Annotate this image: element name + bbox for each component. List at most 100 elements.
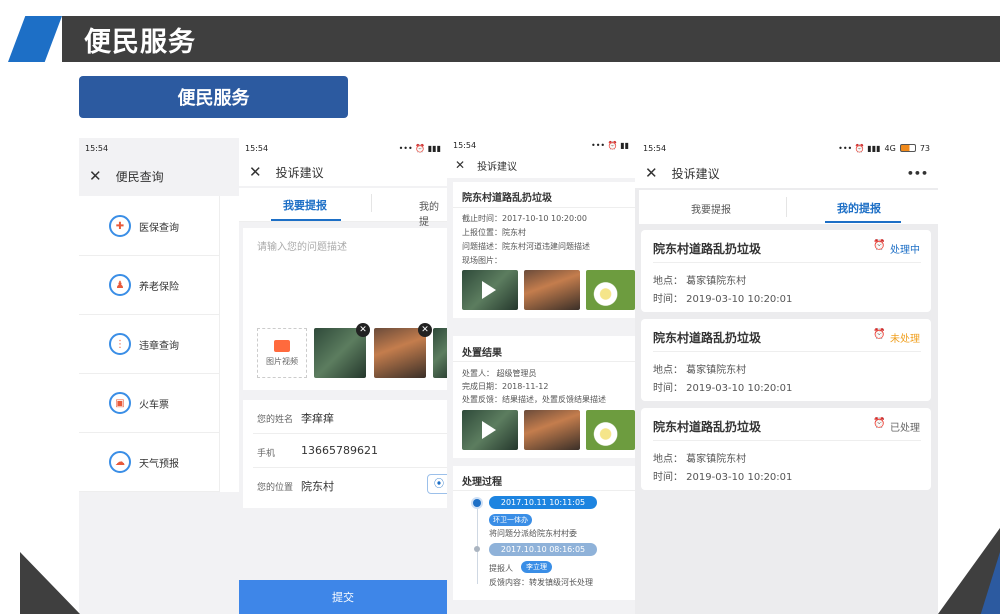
step2-time: 2017.10.10 08:16:05 (489, 543, 597, 556)
status-time: 15:54 (643, 143, 667, 153)
medical-insurance-icon: ✚ (109, 215, 131, 237)
network-type: 4G (884, 143, 896, 153)
nav-title: 投诉建议 (671, 166, 720, 181)
section-pill: 便民服务 (79, 76, 348, 118)
report-card[interactable]: 院东村道路乱扔垃圾 ⏰ 未处理 地点： 葛家镇院东村 时间： 2019-03-1… (641, 319, 931, 401)
report-place: 地点： 葛家镇院东村 (653, 454, 747, 465)
report-title: 院东村道路乱扔垃圾 (653, 420, 762, 434)
remove-photo-icon[interactable]: ✕ (356, 323, 370, 337)
report-title: 院东村道路乱扔垃圾 (653, 331, 762, 345)
phone-convenience-query: 15:54 ✕ 便民查询 ✚ 医保查询 ♟ 养老保险 ⋮ 违章查询 ▣ 火车票 ☁ 天气预报 (79, 138, 239, 614)
timeline-dot (474, 546, 480, 552)
nav-title: 投诉建议 (477, 161, 518, 173)
video-thumb[interactable] (462, 270, 518, 310)
more-icon[interactable]: ••• (907, 167, 928, 180)
step1-text: 将问题分派给院东村村委 (489, 529, 577, 538)
photo-thumb[interactable] (524, 270, 580, 310)
battery-icon (899, 144, 916, 152)
photo-thumb[interactable] (374, 328, 426, 378)
tab-bar: 我要提报 我的提报 (639, 190, 938, 224)
alarm-clock-icon: ⏰ (873, 418, 886, 429)
status-time: 15:54 (453, 140, 477, 150)
contact-info: 您的姓名 李痒痒 手机 13665789621 您的位置 院东村 ⦿ (243, 400, 447, 508)
service-item[interactable]: ⋮ 违章查询 (79, 316, 219, 374)
problem-description: 问题描述：院东村河道违建问题描述 (462, 242, 590, 251)
case-title: 院东村道路乱扔垃圾 (462, 193, 552, 204)
service-label: 养老保险 (139, 282, 179, 293)
process-title: 处理过程 (462, 477, 502, 488)
phone-complaint-form: 15:54 ••• ⏰ ▮▮▮ ✕ 投诉建议 我要提报 我的提 请输入您的问题描述 … (239, 138, 447, 614)
status-time: 15:54 (245, 143, 269, 153)
photo-thumb[interactable] (433, 328, 447, 378)
photo-thumb[interactable] (586, 270, 635, 310)
completion-date: 完成日期：2018-11-12 (462, 382, 549, 391)
report-card[interactable]: 院东村道路乱扔垃圾 ⏰ 已处理 地点： 葛家镇院东村 时间： 2019-03-1… (641, 408, 931, 490)
service-item[interactable]: ☁ 天气预报 (79, 434, 219, 492)
tab-my-reports[interactable]: 我的提报 (837, 200, 881, 216)
tab-underline (271, 219, 341, 221)
service-item[interactable]: ♟ 养老保险 (79, 257, 219, 315)
header-bar (62, 16, 1000, 62)
upload-button[interactable]: 图片视频 (257, 328, 307, 378)
close-icon[interactable]: ✕ (89, 167, 102, 185)
alarm-clock-icon: ⏰ (873, 329, 886, 340)
pension-icon: ♟ (109, 274, 131, 296)
name-field[interactable]: 李痒痒 (301, 410, 334, 426)
photos-label: 现场图片： (462, 256, 502, 265)
locate-icon[interactable]: ⦿ (427, 474, 447, 494)
nav-title: 便民查询 (115, 169, 164, 184)
tab-bar: 我要提报 我的提 (239, 188, 447, 228)
process-card: 处理过程 2017.10.11 10:11:05 环卫一体办 将问题分派给院东村… (453, 466, 635, 600)
handler: 处置人： 超级管理员 (462, 369, 537, 378)
tab-report[interactable]: 我要提报 (691, 201, 731, 216)
weather-icon: ☁ (109, 451, 131, 473)
service-label: 违章查询 (139, 341, 179, 352)
step2-text: 反馈内容：转发镇级河长处理 (489, 578, 593, 587)
phone-field[interactable]: 13665789621 (301, 444, 378, 457)
case-card: 院东村道路乱扔垃圾 截止时间：2017-10-10 10:20:00 上报位置：… (453, 182, 635, 318)
location-field[interactable]: 院东村 (301, 478, 334, 494)
camera-icon (274, 339, 290, 352)
report-place: 地点： 葛家镇院东村 (653, 276, 747, 287)
service-item[interactable]: ▣ 火车票 (79, 375, 219, 433)
service-item[interactable]: ✚ 医保查询 (79, 198, 219, 256)
description-input[interactable]: 请输入您的问题描述 (257, 238, 347, 253)
tab-my-reports[interactable]: 我的提 (419, 198, 447, 228)
play-icon (482, 281, 496, 299)
result-card: 处置结果 处置人： 超级管理员 完成日期：2018-11-12 处置反馈：结果描… (453, 336, 635, 458)
phone-complaint-detail: 15:54 ••• ⏰ ▮▮ ✕ 投诉建议 院东村道路乱扔垃圾 截止时间：2017-… (447, 138, 635, 614)
submit-button[interactable]: 提交 (239, 580, 447, 614)
play-icon (482, 421, 496, 439)
phone-label: 手机 (257, 449, 276, 459)
service-label: 火车票 (139, 400, 169, 411)
service-label: 天气预报 (139, 459, 179, 470)
report-time: 时间： 2019-03-10 10:20:01 (653, 383, 793, 394)
traffic-light-icon: ⋮ (109, 333, 131, 355)
tab-report[interactable]: 我要提报 (283, 197, 327, 213)
report-card[interactable]: 院东村道路乱扔垃圾 ⏰ 处理中 地点： 葛家镇院东村 时间： 2019-03-1… (641, 230, 931, 312)
close-icon[interactable]: ✕ (455, 158, 465, 172)
video-thumb[interactable] (462, 410, 518, 450)
close-icon[interactable]: ✕ (645, 164, 658, 182)
phone-my-reports: 15:54 ••• ⏰ ▮▮▮ 4G 73 ✕ 投诉建议 ••• 我要提报 我的提报… (635, 138, 938, 614)
photo-thumb[interactable] (586, 410, 635, 450)
nav-title: 投诉建议 (275, 165, 324, 180)
step1-time: 2017.10.11 10:11:05 (489, 496, 597, 509)
step2-tag: 李立理 (521, 561, 552, 573)
header-accent (8, 16, 62, 62)
battery-level: 73 (919, 143, 930, 153)
report-title: 院东村道路乱扔垃圾 (653, 242, 762, 256)
timeline-dot (473, 499, 481, 507)
photo-thumb[interactable] (524, 410, 580, 450)
feedback: 处置反馈：结果描述，处置反馈结果描述 (462, 395, 606, 404)
remove-photo-icon[interactable]: ✕ (418, 323, 432, 337)
report-location: 上报位置：院东村 (462, 228, 526, 237)
deadline: 截止时间：2017-10-10 10:20:00 (462, 214, 587, 223)
name-label: 您的姓名 (257, 415, 294, 425)
page-title: 便民服务 (84, 27, 196, 58)
report-time: 时间： 2019-03-10 10:20:01 (653, 294, 793, 305)
status-badge: 已处理 (890, 423, 920, 434)
close-icon[interactable]: ✕ (249, 163, 262, 181)
status-badge: 未处理 (890, 334, 920, 345)
service-label: 医保查询 (139, 223, 179, 234)
